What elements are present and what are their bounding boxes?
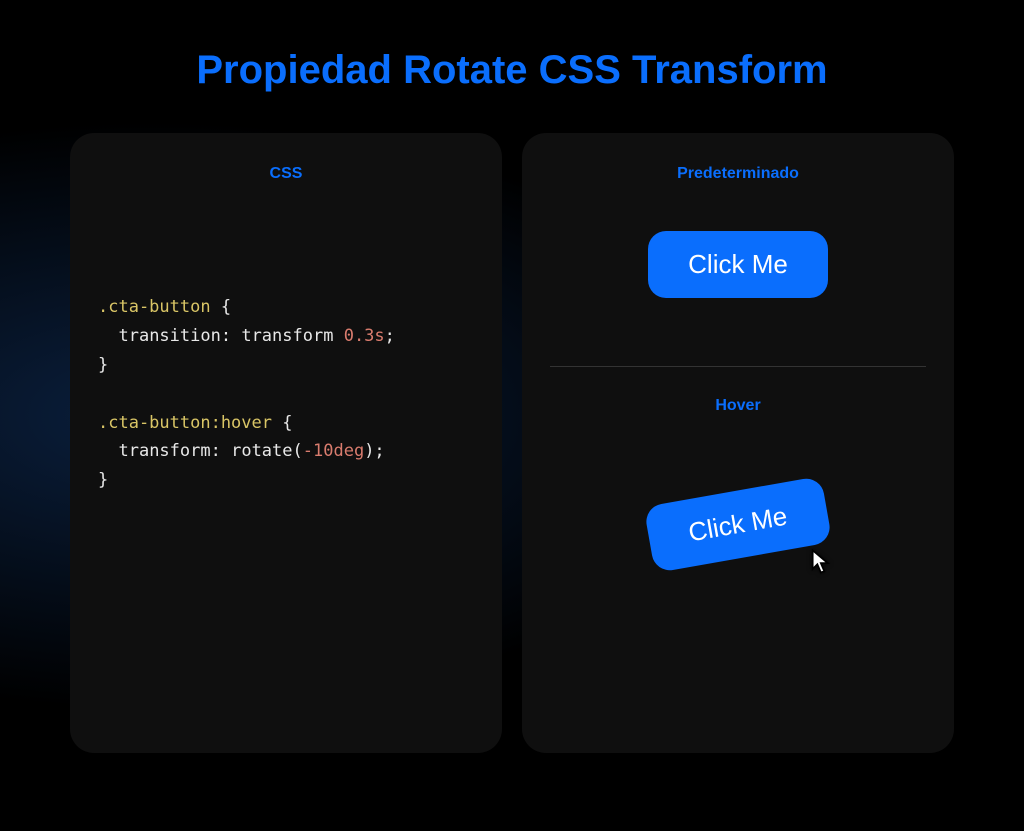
hover-state-preview: Hover Click Me bbox=[550, 397, 926, 578]
preview-card: Predeterminado Click Me Hover Click Me bbox=[522, 133, 954, 753]
code-duration: 0.3s bbox=[344, 326, 385, 346]
cta-button-hover[interactable]: Click Me bbox=[644, 476, 833, 573]
code-value: transform bbox=[241, 326, 333, 346]
css-code-card: CSS .cta-button { transition: transform … bbox=[70, 133, 502, 753]
divider bbox=[550, 366, 926, 367]
code-function: rotate bbox=[231, 441, 292, 461]
hover-button-wrap: Click Me bbox=[648, 463, 828, 558]
cta-button-default[interactable]: Click Me bbox=[648, 231, 828, 298]
default-state-preview: Predeterminado Click Me bbox=[550, 165, 926, 348]
css-code-block: .cta-button { transition: transform 0.3s… bbox=[98, 203, 474, 495]
cursor-icon bbox=[808, 548, 836, 576]
css-card-label: CSS bbox=[98, 165, 474, 183]
code-brace: { bbox=[282, 413, 292, 433]
code-brace: { bbox=[221, 297, 231, 317]
code-property: transition bbox=[118, 326, 220, 346]
code-selector: .cta-button bbox=[98, 297, 211, 317]
code-argument: -10deg bbox=[303, 441, 364, 461]
code-brace: } bbox=[98, 355, 108, 375]
page-title: Propiedad Rotate CSS Transform bbox=[0, 0, 1024, 133]
cards-container: CSS .cta-button { transition: transform … bbox=[0, 133, 1024, 753]
code-selector: .cta-button:hover bbox=[98, 413, 272, 433]
default-state-label: Predeterminado bbox=[677, 165, 799, 183]
hover-state-label: Hover bbox=[715, 397, 760, 415]
code-brace: } bbox=[98, 470, 108, 490]
code-property: transform bbox=[118, 441, 210, 461]
